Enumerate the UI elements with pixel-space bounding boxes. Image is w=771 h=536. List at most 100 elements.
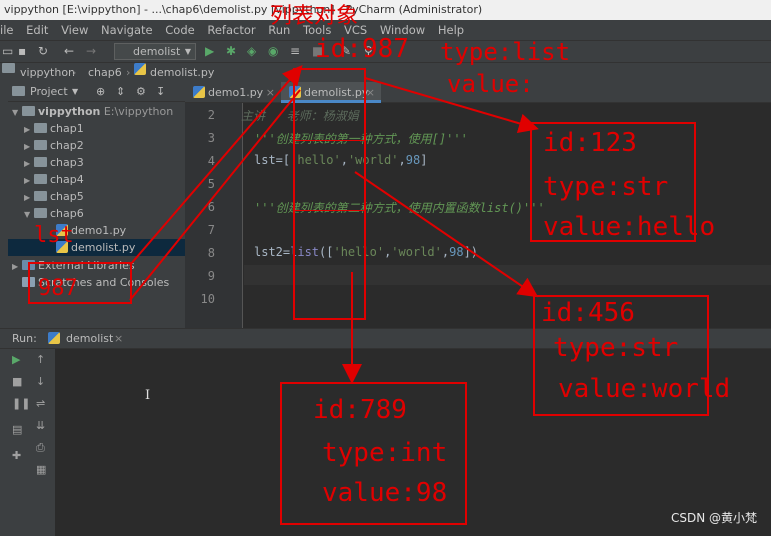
rerun-icon[interactable]: ▶ bbox=[12, 353, 20, 366]
list-object-title: 列表对象 bbox=[270, 4, 359, 29]
save-icon[interactable]: ▪ bbox=[18, 44, 26, 58]
breadcrumb-folder[interactable]: chap6 bbox=[88, 63, 122, 82]
debug-icon[interactable]: ✱ bbox=[226, 44, 236, 58]
scroll-end-icon[interactable]: ⇊ bbox=[36, 419, 45, 432]
root-path: E:\vippython bbox=[103, 105, 174, 118]
trash-icon[interactable]: ▦ bbox=[36, 463, 46, 476]
list-slot-divider bbox=[293, 210, 366, 211]
menu-refactor[interactable]: Refactor bbox=[207, 23, 255, 37]
list-object-box bbox=[293, 68, 366, 320]
tree-item-chap5[interactable]: ▶ chap5 bbox=[24, 188, 84, 205]
folder-icon bbox=[34, 157, 47, 167]
pause-icon[interactable]: ❚❚ bbox=[12, 397, 30, 410]
chevron-down-icon: ▼ bbox=[184, 47, 191, 56]
menu-file[interactable]: ile bbox=[0, 23, 13, 37]
text-cursor-icon: I bbox=[145, 388, 151, 403]
folder-label: chap5 bbox=[50, 190, 84, 203]
project-view-selector[interactable]: Project bbox=[30, 82, 68, 101]
folder-label: chap1 bbox=[50, 122, 84, 135]
list-type: type:list bbox=[440, 38, 571, 66]
coverage-icon[interactable]: ◈ bbox=[247, 44, 256, 58]
list-id: id:987 bbox=[315, 34, 409, 64]
target-icon[interactable]: ⊕ bbox=[96, 82, 105, 101]
object-hello-value: value:hello bbox=[543, 212, 716, 242]
file-label: demolist.py bbox=[71, 241, 136, 254]
collapsed-arrow-icon: ▶ bbox=[24, 142, 31, 151]
run-config-label: demolist bbox=[133, 45, 181, 58]
chevron-down-icon[interactable]: ▼ bbox=[72, 82, 78, 101]
object-world-type: type:str bbox=[553, 333, 679, 363]
gear-icon[interactable]: ⚙ bbox=[136, 82, 146, 101]
stop-icon[interactable]: ■ bbox=[12, 375, 22, 388]
forward-arrow-icon[interactable]: → bbox=[86, 44, 96, 58]
tree-item-chap4[interactable]: ▶ chap4 bbox=[24, 171, 84, 188]
run-config-dropdown[interactable]: demolist ▼ bbox=[114, 43, 196, 60]
watermark: CSDN @黄小梵 bbox=[670, 511, 757, 525]
collapsed-arrow-icon: ▶ bbox=[24, 176, 31, 185]
menu-code[interactable]: Code bbox=[165, 23, 194, 37]
root-name: vippython bbox=[38, 105, 101, 118]
tree-item-chap1[interactable]: ▶ chap1 bbox=[24, 120, 84, 137]
down-arrow-icon[interactable]: ↓ bbox=[36, 375, 45, 388]
line-number: 9 bbox=[207, 269, 215, 283]
close-icon[interactable]: × bbox=[266, 82, 275, 103]
hide-icon[interactable]: ↧ bbox=[156, 82, 165, 101]
expanded-arrow-icon: ▼ bbox=[24, 210, 31, 219]
folder-label: chap4 bbox=[50, 173, 84, 186]
object-world-value: value:world bbox=[558, 374, 731, 404]
profile-icon[interactable]: ◉ bbox=[268, 44, 278, 58]
folder-label: chap6 bbox=[50, 207, 84, 220]
tree-item-chap2[interactable]: ▶ chap2 bbox=[24, 137, 84, 154]
back-arrow-icon[interactable]: ← bbox=[64, 44, 74, 58]
menu-edit[interactable]: Edit bbox=[26, 23, 48, 37]
object-98-value: value:98 bbox=[322, 478, 448, 508]
collapsed-arrow-icon: ▶ bbox=[24, 125, 31, 134]
code-text: , bbox=[398, 153, 406, 167]
layout-icon[interactable]: ▤ bbox=[12, 423, 22, 436]
file-label: demo1.py bbox=[71, 224, 127, 237]
tab-label: demo1.py bbox=[208, 86, 264, 99]
line-number: 8 bbox=[207, 246, 215, 260]
lst-label: lst bbox=[34, 223, 74, 248]
tree-item-chap3[interactable]: ▶ chap3 bbox=[24, 154, 84, 171]
open-folder-icon[interactable]: ▭ bbox=[2, 44, 13, 58]
code-text: ] bbox=[420, 153, 428, 167]
sort-icon[interactable]: ⇕ bbox=[116, 82, 125, 101]
python-file-icon bbox=[48, 329, 63, 349]
folder-icon bbox=[34, 208, 47, 218]
tree-item-chap6[interactable]: ▼ chap6 bbox=[24, 205, 84, 222]
line-number: 3 bbox=[207, 131, 215, 145]
folder-icon bbox=[34, 140, 47, 150]
line-number: 6 bbox=[207, 200, 215, 214]
menu-help[interactable]: Help bbox=[438, 23, 464, 37]
tab-demo1[interactable]: demo1.py × bbox=[185, 82, 281, 103]
chevron-right-icon: › bbox=[72, 66, 77, 79]
run-tab-label[interactable]: demolist bbox=[66, 329, 113, 349]
code-text: lst2= bbox=[254, 245, 291, 259]
code-text: lst=[ bbox=[254, 153, 291, 167]
menu-view[interactable]: View bbox=[61, 23, 88, 37]
build-icon[interactable]: ≡ bbox=[290, 44, 300, 58]
line-number: 10 bbox=[200, 292, 215, 306]
window-title-bar: vippython [E:\vippython] - ...\chap6\dem… bbox=[0, 0, 771, 20]
line-gutter: 2 3 4 5 6 7 8 9 10 bbox=[185, 103, 243, 328]
soft-wrap-icon[interactable]: ⇌ bbox=[36, 397, 45, 410]
print-icon[interactable]: ⎙ bbox=[36, 441, 45, 455]
window-title: vippython [E:\vippython] - ...\chap6\dem… bbox=[4, 3, 483, 16]
run-panel-toolbar: ▶ ↑ ■ ↓ ❚❚ ⇌ ⇊ ▤ ⎙ ✚ ▦ bbox=[0, 349, 55, 536]
menu-navigate[interactable]: Navigate bbox=[101, 23, 153, 37]
close-icon[interactable]: × bbox=[366, 82, 375, 103]
run-icon[interactable]: ▶ bbox=[205, 44, 214, 58]
up-arrow-icon[interactable]: ↑ bbox=[36, 353, 45, 366]
lst-id: 987 bbox=[38, 276, 78, 301]
sync-icon[interactable]: ↻ bbox=[38, 44, 48, 58]
folder-icon bbox=[34, 123, 47, 133]
object-hello-type: type:str bbox=[543, 172, 669, 202]
close-icon[interactable]: × bbox=[114, 329, 123, 349]
breadcrumb-project[interactable]: vippython bbox=[20, 63, 75, 82]
folder-icon bbox=[34, 174, 47, 184]
breadcrumb-file[interactable]: demolist.py bbox=[150, 63, 214, 82]
line-number: 4 bbox=[207, 154, 215, 168]
tree-root[interactable]: ▼ vippython E:\vippython bbox=[12, 103, 173, 120]
pin-icon[interactable]: ✚ bbox=[12, 449, 21, 462]
